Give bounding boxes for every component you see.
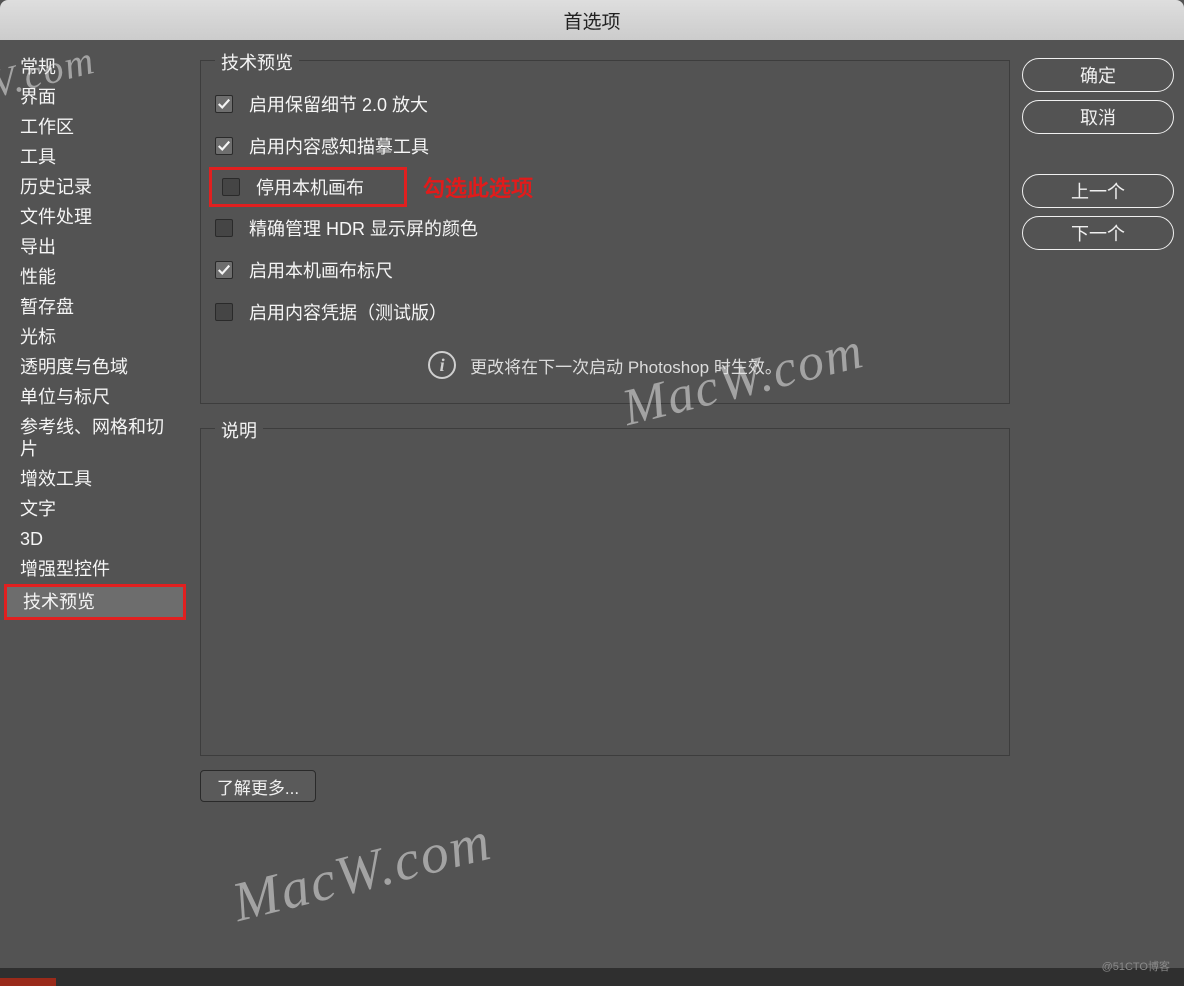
fieldset-legend: 技术预览: [215, 49, 299, 75]
cancel-button[interactable]: 取消: [1022, 100, 1174, 134]
checkbox-label: 启用内容凭据（测试版）: [249, 299, 447, 325]
learn-more-button[interactable]: 了解更多...: [200, 770, 316, 802]
info-row: i 更改将在下一次启动 Photoshop 时生效。: [215, 333, 995, 385]
checkbox-icon[interactable]: [222, 178, 240, 196]
footer-bar: [0, 968, 1184, 986]
annotation-text: 勾选此选项: [423, 171, 533, 203]
checkbox-label: 精确管理 HDR 显示屏的颜色: [249, 215, 478, 241]
info-icon: i: [428, 351, 456, 379]
description-legend: 说明: [215, 417, 263, 443]
sidebar-item-filehandling[interactable]: 文件处理: [4, 202, 188, 232]
info-text: 更改将在下一次启动 Photoshop 时生效。: [470, 353, 782, 378]
sidebar-item-3d[interactable]: 3D: [4, 524, 188, 554]
sidebar-item-history[interactable]: 历史记录: [4, 172, 188, 202]
sidebar-item-performance[interactable]: 性能: [4, 262, 188, 292]
sidebar-item-units[interactable]: 单位与标尺: [4, 382, 188, 412]
checkbox-row-disable-native-canvas[interactable]: 停用本机画布: [209, 167, 407, 207]
sidebar-item-cursors[interactable]: 光标: [4, 322, 188, 352]
sidebar-item-enhanced[interactable]: 增强型控件: [4, 554, 188, 584]
description-fieldset: 说明: [200, 428, 1010, 756]
checkbox-icon[interactable]: [215, 137, 233, 155]
checkbox-row-content-credentials[interactable]: 启用内容凭据（测试版）: [215, 291, 995, 333]
window-title: 首选项: [563, 7, 620, 34]
checkbox-icon[interactable]: [215, 261, 233, 279]
checkbox-row-hdr-display[interactable]: 精确管理 HDR 显示屏的颜色: [215, 207, 995, 249]
checkbox-row-preserve-details[interactable]: 启用保留细节 2.0 放大: [215, 83, 995, 125]
checkbox-row-native-rulers[interactable]: 启用本机画布标尺: [215, 249, 995, 291]
sidebar-item-plugins[interactable]: 增效工具: [4, 464, 188, 494]
checkbox-label: 启用本机画布标尺: [249, 257, 393, 283]
sidebar-item-techpreview[interactable]: 技术预览: [4, 584, 186, 620]
checkbox-row-content-aware-tracing[interactable]: 启用内容感知描摹工具: [215, 125, 995, 167]
footer-credit: @51CTO博客: [1102, 958, 1170, 974]
next-button[interactable]: 下一个: [1022, 216, 1174, 250]
sidebar-item-general[interactable]: 常规: [4, 52, 188, 82]
checkbox-label: 启用保留细节 2.0 放大: [249, 91, 428, 117]
ok-button[interactable]: 确定: [1022, 58, 1174, 92]
preferences-sidebar: 常规 界面 工作区 工具 历史记录 文件处理 导出 性能 暂存盘 光标 透明度与…: [4, 48, 188, 970]
dialog-buttons: 确定 取消 上一个 下一个: [1022, 48, 1174, 970]
main-panel: 技术预览 启用保留细节 2.0 放大 启用内容感知描摹工具 停用本机: [188, 48, 1022, 970]
checkbox-icon[interactable]: [215, 95, 233, 113]
sidebar-item-scratchdisks[interactable]: 暂存盘: [4, 292, 188, 322]
sidebar-item-guides[interactable]: 参考线、网格和切片: [4, 412, 188, 464]
checkbox-icon[interactable]: [215, 219, 233, 237]
sidebar-item-transparency[interactable]: 透明度与色域: [4, 352, 188, 382]
checkbox-label: 启用内容感知描摹工具: [249, 133, 429, 159]
prev-button[interactable]: 上一个: [1022, 174, 1174, 208]
sidebar-item-tools[interactable]: 工具: [4, 142, 188, 172]
checkbox-icon[interactable]: [215, 303, 233, 321]
status-indicator: [0, 978, 56, 986]
window-titlebar: 首选项: [0, 0, 1184, 40]
sidebar-item-workspace[interactable]: 工作区: [4, 112, 188, 142]
sidebar-item-export[interactable]: 导出: [4, 232, 188, 262]
tech-preview-fieldset: 技术预览 启用保留细节 2.0 放大 启用内容感知描摹工具 停用本机: [200, 60, 1010, 404]
sidebar-item-type[interactable]: 文字: [4, 494, 188, 524]
sidebar-item-interface[interactable]: 界面: [4, 82, 188, 112]
checkbox-label: 停用本机画布: [256, 174, 364, 200]
